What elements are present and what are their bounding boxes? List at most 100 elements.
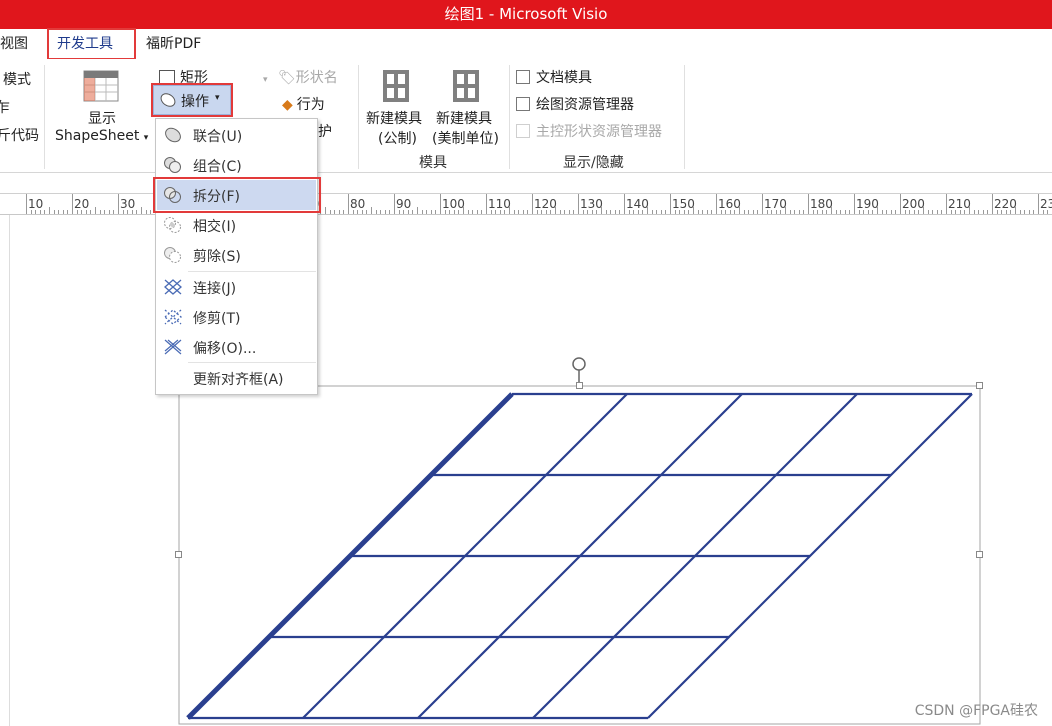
ruler-minor-tick bbox=[104, 210, 106, 214]
ruler-major-tick bbox=[26, 194, 27, 214]
ruler-minor-tick bbox=[559, 210, 561, 214]
ruler-minor-tick bbox=[380, 210, 382, 214]
ruler-minor-tick bbox=[58, 210, 60, 214]
ruler-minor-tick bbox=[453, 210, 455, 214]
ruler-minor-tick bbox=[720, 210, 722, 214]
ruler-major-tick bbox=[670, 194, 671, 214]
ruler-minor-tick bbox=[384, 210, 386, 214]
ruler-label: 180 bbox=[810, 197, 833, 211]
ribbon-code-partial[interactable]: 斤代码 bbox=[0, 125, 39, 145]
tab-foxit-pdf[interactable]: 福昕PDF bbox=[146, 29, 201, 59]
ruler-minor-tick bbox=[366, 210, 368, 214]
menu-item-offset[interactable]: 偏移(O)... bbox=[157, 332, 316, 362]
resize-handle-top-right[interactable] bbox=[976, 382, 983, 389]
operations-label: 操作 bbox=[181, 94, 209, 110]
ruler-major-tick bbox=[900, 194, 901, 214]
menu-item-update-alignment-box[interactable]: 更新对齐框(A) bbox=[157, 363, 316, 393]
new-stencil-metric-line1[interactable]: 新建模具 bbox=[366, 108, 422, 128]
show-hide-group-label: 显示/隐藏 bbox=[563, 155, 624, 171]
ruler-minor-tick bbox=[49, 207, 50, 214]
ruler-minor-tick bbox=[113, 210, 115, 214]
ruler-minor-tick bbox=[895, 210, 897, 214]
ruler-minor-tick bbox=[918, 210, 920, 214]
menu-item-label: 偏移(O)... bbox=[193, 341, 257, 357]
ribbon-mode-partial[interactable]: 模式 bbox=[3, 69, 31, 89]
show-shapesheet-button[interactable]: ShapeSheet ▾ bbox=[55, 128, 148, 144]
ruler-minor-tick bbox=[725, 210, 727, 214]
ruler-minor-tick bbox=[739, 207, 740, 214]
ruler-minor-tick bbox=[403, 210, 405, 214]
ruler-minor-tick bbox=[886, 210, 888, 214]
ruler-minor-tick bbox=[136, 210, 138, 214]
operations-menu: 联合(U) 组合(C) 拆分(F) 相交(I) 剪除(S) 连接(J) 修剪(T… bbox=[155, 118, 318, 395]
operations-dropdown-icon: ▾ bbox=[215, 93, 220, 103]
ruler-minor-tick bbox=[927, 210, 929, 214]
menu-item-subtract[interactable]: 剪除(S) bbox=[157, 240, 316, 270]
ruler-minor-tick bbox=[44, 210, 46, 214]
ruler-minor-tick bbox=[472, 210, 474, 214]
ruler-label: 220 bbox=[994, 197, 1017, 211]
drawing-explorer-label: 绘图资源管理器 bbox=[536, 97, 634, 113]
resize-handle-top[interactable] bbox=[576, 382, 583, 389]
menu-item-label: 联合(U) bbox=[193, 129, 243, 145]
ribbon-separator bbox=[509, 65, 510, 169]
ruler-minor-tick bbox=[794, 210, 796, 214]
ruler-minor-tick bbox=[780, 210, 782, 214]
shape-name-button[interactable]: ▾ 🏷形状名 bbox=[263, 67, 338, 87]
ruler-minor-tick bbox=[923, 207, 924, 214]
checkbox-box bbox=[516, 70, 530, 84]
ruler-minor-tick bbox=[62, 210, 64, 214]
behavior-icon: ◆ bbox=[282, 97, 293, 113]
behavior-button[interactable]: ◆ 行为 bbox=[282, 94, 325, 114]
ruler-minor-tick bbox=[978, 210, 980, 214]
operations-icon bbox=[159, 92, 177, 112]
new-stencil-metric-line2[interactable]: (公制) bbox=[378, 128, 417, 148]
new-stencil-us-line1[interactable]: 新建模具 bbox=[436, 108, 492, 128]
ruler-minor-tick bbox=[711, 210, 713, 214]
ruler-minor-tick bbox=[688, 210, 690, 214]
ruler-minor-tick bbox=[766, 210, 768, 214]
ruler-minor-tick bbox=[338, 210, 340, 214]
menu-item-combine[interactable]: 组合(C) bbox=[157, 150, 316, 180]
menu-item-intersect[interactable]: 相交(I) bbox=[157, 210, 316, 240]
ruler-minor-tick bbox=[844, 210, 846, 214]
menu-item-join[interactable]: 连接(J) bbox=[157, 272, 316, 302]
tab-developer[interactable]: 开发工具 bbox=[57, 29, 113, 59]
ruler-minor-tick bbox=[932, 210, 934, 214]
ruler-minor-tick bbox=[628, 210, 630, 214]
ruler-minor-tick bbox=[973, 210, 975, 214]
ribbon-partial-item[interactable]: 乍 bbox=[0, 97, 10, 117]
menu-item-trim[interactable]: 修剪(T) bbox=[157, 302, 316, 332]
new-stencil-us-line2[interactable]: (美制单位) bbox=[432, 128, 499, 148]
combine-icon bbox=[163, 156, 183, 174]
ruler-minor-tick bbox=[872, 210, 874, 214]
protect-button-partial[interactable]: 护 bbox=[318, 121, 332, 141]
ruler-label: 150 bbox=[672, 197, 695, 211]
watermark: CSDN @FPGA硅农 bbox=[914, 703, 1038, 719]
resize-handle-left[interactable] bbox=[175, 551, 182, 558]
rectangle-button[interactable]: 矩形 bbox=[159, 67, 208, 87]
ruler-label: 110 bbox=[488, 197, 511, 211]
drawing-explorer-checkbox[interactable]: 绘图资源管理器 bbox=[516, 94, 634, 114]
ruler-minor-tick bbox=[85, 210, 87, 214]
ruler-minor-tick bbox=[826, 210, 828, 214]
resize-handle-right[interactable] bbox=[976, 551, 983, 558]
ruler-minor-tick bbox=[1010, 210, 1012, 214]
ruler-minor-tick bbox=[30, 210, 32, 214]
menu-item-union[interactable]: 联合(U) bbox=[157, 120, 316, 150]
rectangle-label: 矩形 bbox=[180, 70, 208, 86]
show-shapesheet-line1[interactable]: 显示 bbox=[88, 108, 116, 128]
show-shapesheet-line2: ShapeSheet bbox=[55, 128, 140, 144]
document-stencil-checkbox[interactable]: 文档模具 bbox=[516, 67, 592, 87]
ruler-minor-tick bbox=[982, 210, 984, 214]
master-explorer-checkbox[interactable]: 主控形状资源管理器 bbox=[516, 121, 662, 141]
menu-item-label: 剪除(S) bbox=[193, 249, 241, 265]
ruler-minor-tick bbox=[706, 210, 708, 214]
ruler-label: 100 bbox=[442, 197, 465, 211]
operations-button[interactable]: 操作 ▾ bbox=[153, 85, 231, 115]
dropdown-arrow-icon: ▾ bbox=[263, 75, 268, 85]
tab-view[interactable]: 视图 bbox=[0, 29, 28, 59]
menu-item-label: 相交(I) bbox=[193, 219, 237, 235]
ruler-minor-tick bbox=[449, 210, 451, 214]
menu-item-fragment[interactable]: 拆分(F) bbox=[157, 180, 316, 210]
